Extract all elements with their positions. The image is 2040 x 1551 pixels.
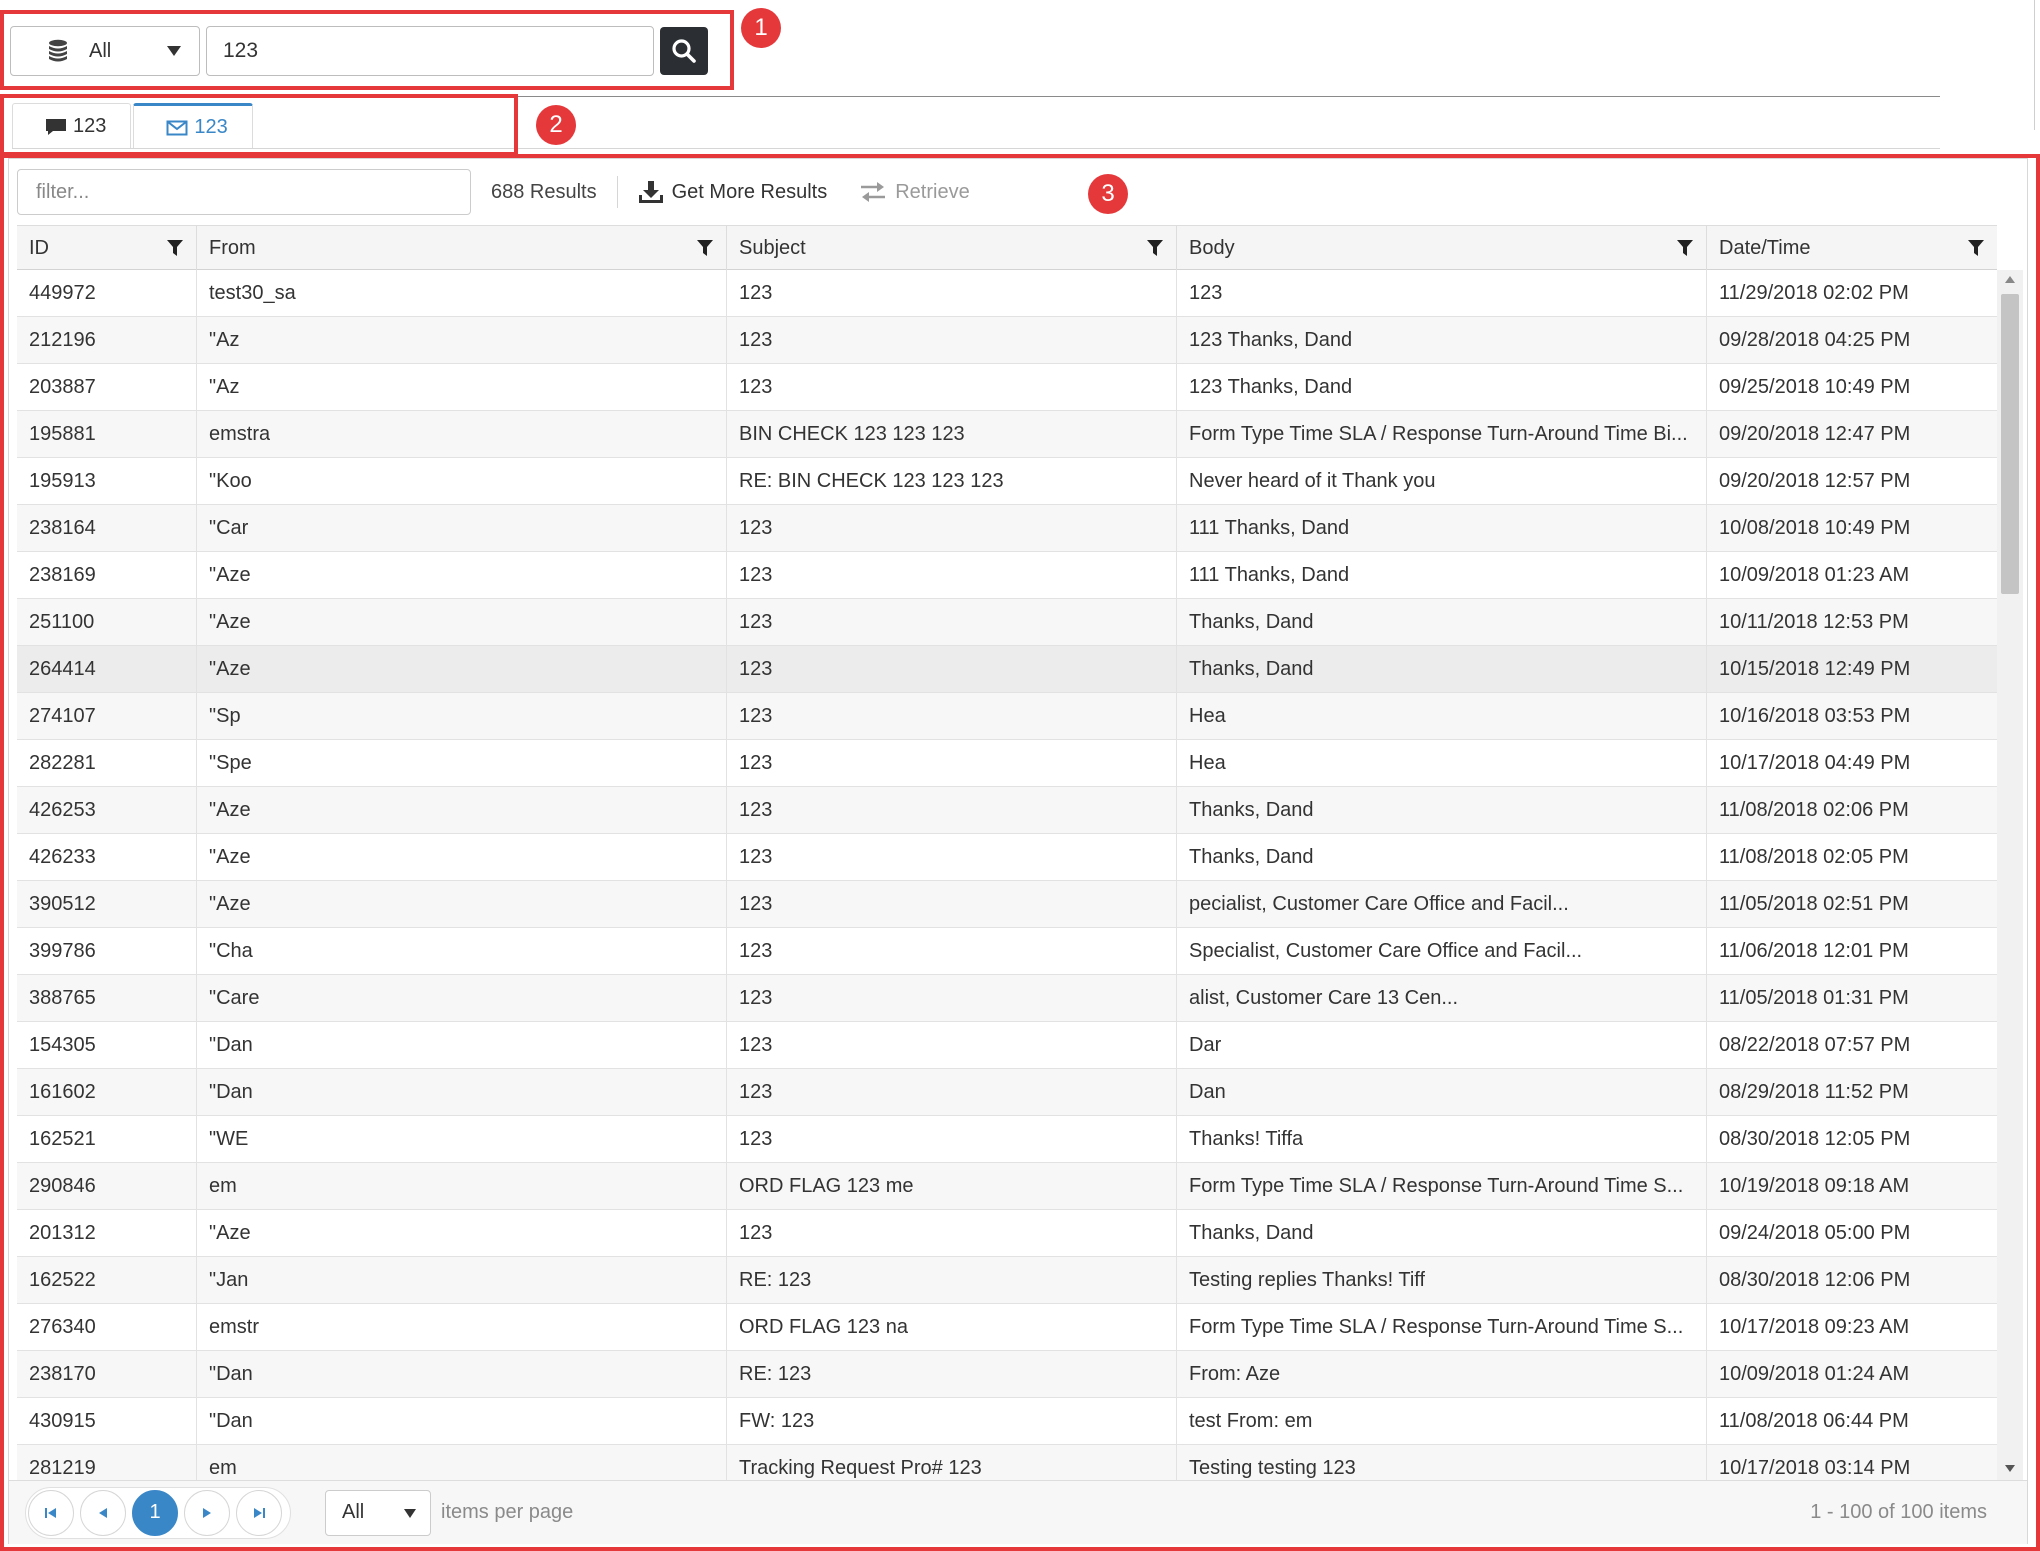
callout-badge-1: 1	[741, 8, 781, 48]
callout-number: 1	[754, 14, 768, 41]
callout-box-2	[0, 94, 518, 156]
callout-box-1	[0, 10, 734, 90]
callout-badge-2: 2	[536, 105, 576, 145]
callout-number: 2	[549, 111, 563, 138]
divider	[2034, 0, 2035, 130]
callout-box-3	[0, 154, 2040, 1551]
callout-number: 3	[1101, 180, 1115, 207]
callout-badge-3: 3	[1088, 174, 1128, 214]
